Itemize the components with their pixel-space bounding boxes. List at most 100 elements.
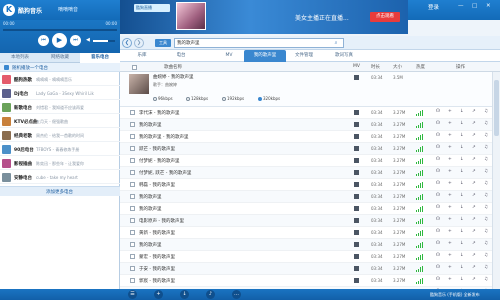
bell-icon[interactable]: ♫: [484, 265, 488, 270]
select-all-checkbox[interactable]: [132, 65, 137, 70]
song-row[interactable]: 跃芒 - 我的歌声里 03:34 3.27M ☊ + ↓ ↗ ♫: [120, 143, 492, 155]
plus-icon[interactable]: +: [448, 157, 452, 162]
row-checkbox[interactable]: [130, 134, 135, 139]
close-button[interactable]: ✕: [486, 3, 491, 9]
kugou-logo-icon[interactable]: K: [3, 4, 15, 16]
mv-icon[interactable]: [354, 242, 359, 247]
mv-icon[interactable]: [354, 122, 359, 127]
download-icon[interactable]: ↓: [460, 205, 464, 210]
share-icon[interactable]: ↗: [472, 109, 476, 114]
plus-icon[interactable]: +: [448, 277, 452, 282]
download-icon[interactable]: ↓: [460, 229, 464, 234]
plus-icon[interactable]: +: [448, 109, 452, 114]
mobile-promo[interactable]: 酷狗音乐 (手机版) 全新发布: [430, 292, 480, 298]
headphones-icon[interactable]: ♪: [206, 290, 215, 299]
mv-icon[interactable]: [354, 170, 359, 175]
share-icon[interactable]: ↗: [472, 121, 476, 126]
plus-icon[interactable]: +: [448, 181, 452, 186]
song-row[interactable]: 郭宸 - 我的歌声里 03:34 3.27M ☊ + ↓ ↗ ♫: [120, 275, 492, 287]
headphones-icon[interactable]: ☊: [436, 265, 440, 270]
plus-icon[interactable]: +: [448, 205, 452, 210]
song-row[interactable]: 于安 - 我的歌声里 03:34 3.27M ☊ + ↓ ↗ ♫: [120, 263, 492, 275]
download-icon[interactable]: ↓: [460, 253, 464, 258]
share-icon[interactable]: ↗: [472, 181, 476, 186]
bell-icon[interactable]: ♫: [484, 277, 488, 282]
row-checkbox[interactable]: [130, 170, 135, 175]
header-title[interactable]: 歌曲名称: [164, 64, 182, 70]
download-icon[interactable]: ↓: [460, 265, 464, 270]
share-icon[interactable]: ↗: [472, 229, 476, 234]
plus-icon[interactable]: +: [448, 193, 452, 198]
station-item[interactable]: Dj电台 Lady GaGa - 3Sexy Whiril Lik: [0, 87, 120, 100]
mv-icon[interactable]: [354, 218, 359, 223]
row-checkbox[interactable]: [130, 278, 135, 283]
watch-button[interactable]: 点击观看: [370, 12, 400, 22]
share-icon[interactable]: ↗: [472, 253, 476, 258]
song-row[interactable]: 电影原声 - 我的歌声里 03:34 3.27M ☊ + ↓ ↗ ♫: [120, 215, 492, 227]
playlist-icon[interactable]: ☰: [128, 290, 137, 299]
plus-icon[interactable]: +: [448, 169, 452, 174]
download-icon[interactable]: ↓: [460, 241, 464, 246]
tab-search-results[interactable]: 我的歌声里: [244, 50, 286, 62]
download-icon[interactable]: ↓: [460, 169, 464, 174]
mv-icon[interactable]: [354, 266, 359, 271]
song-row[interactable]: 我的歌声里 03:34 3.27M ☊ + ↓ ↗ ♫: [120, 239, 492, 251]
station-item[interactable]: KTV必点曲 五月天 - 倔强歌曲: [0, 115, 120, 128]
volume-icon[interactable]: ◀: [86, 37, 90, 43]
station-item[interactable]: 酷狗热歌 嘀嘀嘀 - 嘀嘀嘀音乐: [0, 73, 120, 86]
song-row[interactable]: 韩磊 - 我的歌声里 03:34 3.27M ☊ + ↓ ↗ ♫: [120, 179, 492, 191]
headphones-icon[interactable]: ☊: [436, 145, 440, 150]
row-checkbox[interactable]: [130, 242, 135, 247]
quality-192[interactable]: 192kbps: [222, 96, 244, 101]
tab-music-radio[interactable]: 音乐电台: [80, 53, 120, 63]
headphones-icon[interactable]: ☊: [436, 193, 440, 198]
share-icon[interactable]: ↗: [472, 193, 476, 198]
song-row[interactable]: 黄新 - 我的歌声里 03:34 3.27M ☊ + ↓ ↗ ♫: [120, 227, 492, 239]
mv-icon[interactable]: [354, 158, 359, 163]
forward-icon[interactable]: ❯: [134, 38, 144, 48]
row-checkbox[interactable]: [130, 218, 135, 223]
row-checkbox[interactable]: [130, 194, 135, 199]
tab-net-favorites[interactable]: 网络收藏: [40, 53, 80, 63]
login-button[interactable]: 登录: [428, 3, 439, 11]
play-icon[interactable]: ▶: [52, 33, 67, 48]
header-size[interactable]: 大小: [393, 64, 402, 70]
scrollbar[interactable]: [492, 72, 500, 290]
maximize-button[interactable]: □: [472, 3, 477, 9]
bell-icon[interactable]: ♫: [484, 157, 488, 162]
share-icon[interactable]: ↗: [472, 217, 476, 222]
live-banner[interactable]: 酷狗直播 美女主播正在直播... 点击观看: [120, 0, 408, 34]
random-radio-button[interactable]: 随机播放一个电台: [0, 63, 120, 72]
share-icon[interactable]: ↗: [472, 241, 476, 246]
bell-icon[interactable]: ♫: [484, 205, 488, 210]
tab-library[interactable]: 乐库: [124, 50, 160, 62]
download-icon[interactable]: ↓: [460, 193, 464, 198]
tools-button[interactable]: 工具: [155, 39, 171, 47]
download-icon[interactable]: ↓: [180, 290, 189, 299]
mv-icon[interactable]: [354, 134, 359, 139]
station-item[interactable]: 影视插曲 陈奕迅 - 那些年 - 让我爱你: [0, 157, 120, 170]
song-row[interactable]: 我的歌声里 03:34 3.27M ☊ + ↓ ↗ ♫: [120, 191, 492, 203]
row-checkbox[interactable]: [130, 206, 135, 211]
headphones-icon[interactable]: ☊: [436, 277, 440, 282]
mv-icon[interactable]: [354, 230, 359, 235]
song-row[interactable]: 付梦妮, 跃芒 - 我的歌声里 03:34 3.27M ☊ + ↓ ↗ ♫: [120, 167, 492, 179]
header-duration[interactable]: 时长: [371, 64, 380, 70]
bell-icon[interactable]: ♫: [484, 133, 488, 138]
headphones-icon[interactable]: ☊: [436, 205, 440, 210]
back-icon[interactable]: ❮: [122, 38, 132, 48]
download-icon[interactable]: ↓: [460, 181, 464, 186]
download-icon[interactable]: ↓: [460, 121, 464, 126]
mv-icon[interactable]: [354, 110, 359, 115]
tab-file-manager[interactable]: 文件管理: [286, 50, 322, 62]
plus-icon[interactable]: +: [448, 145, 452, 150]
bell-icon[interactable]: ♫: [484, 145, 488, 150]
row-checkbox[interactable]: [130, 230, 135, 235]
song-row[interactable]: 我的歌声里 03:34 3.27M ☊ + ↓ ↗ ♫: [120, 203, 492, 215]
row-checkbox[interactable]: [130, 122, 135, 127]
add-icon[interactable]: +: [154, 290, 163, 299]
headphones-icon[interactable]: ☊: [436, 109, 440, 114]
progress-bar[interactable]: [3, 29, 117, 31]
bell-icon[interactable]: ♫: [484, 121, 488, 126]
bell-icon[interactable]: ♫: [484, 253, 488, 258]
